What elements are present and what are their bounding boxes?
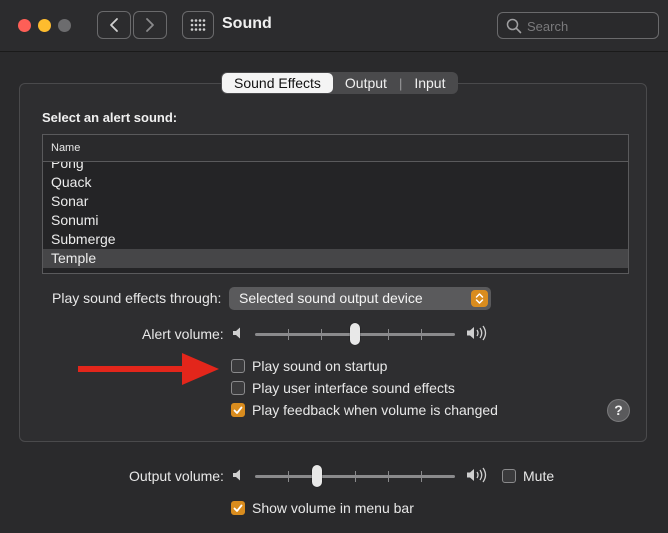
slider-tick	[388, 329, 389, 340]
zoom-window-button[interactable]	[58, 19, 71, 32]
alert-sound-heading: Select an alert sound:	[42, 110, 178, 125]
alert-volume-label: Alert volume:	[142, 326, 224, 342]
slider-tick	[421, 471, 422, 482]
forward-chevron-icon	[146, 18, 154, 32]
speaker-low-icon	[233, 469, 240, 481]
tab-input[interactable]: Input	[402, 73, 457, 93]
list-item[interactable]: Sonar	[43, 192, 628, 211]
speaker-high-icon	[467, 325, 487, 341]
checkbox-box[interactable]	[231, 359, 245, 373]
close-window-button[interactable]	[18, 19, 31, 32]
slider-tick	[355, 471, 356, 482]
checkbox-box[interactable]	[502, 469, 516, 483]
output-device-popup[interactable]: Selected sound output device	[229, 287, 491, 310]
slider-tick	[288, 471, 289, 482]
back-chevron-icon	[110, 18, 118, 32]
show-all-button[interactable]	[182, 11, 214, 39]
show-volume-menu-bar-label: Show volume in menu bar	[252, 500, 414, 516]
slider-tick	[321, 329, 322, 340]
back-button[interactable]	[97, 11, 131, 39]
alert-sound-list[interactable]: Name Pong Quack Sonar Sonumi Submerge Te…	[42, 134, 629, 274]
output-volume-label: Output volume:	[129, 468, 224, 484]
tab-bar: Sound Effects Output | Input	[221, 72, 459, 94]
slider-tick	[288, 329, 289, 340]
search-input[interactable]	[527, 17, 652, 35]
mute-checkbox[interactable]: Mute	[502, 468, 554, 484]
output-volume-slider[interactable]	[255, 465, 455, 487]
tab-output[interactable]: Output	[333, 73, 399, 93]
ui-sound-effects-label: Play user interface sound effects	[252, 380, 455, 396]
checkmark-icon	[233, 504, 243, 512]
volume-feedback-label: Play feedback when volume is changed	[252, 402, 498, 418]
show-volume-menu-bar-checkbox[interactable]: Show volume in menu bar	[231, 500, 414, 516]
list-item-selected[interactable]: Temple	[43, 249, 628, 268]
search-icon	[506, 18, 522, 34]
play-through-label: Play sound effects through:	[52, 290, 222, 306]
forward-button[interactable]	[133, 11, 167, 39]
up-down-arrows-icon	[471, 290, 488, 307]
checkbox-box[interactable]	[231, 501, 245, 515]
slider-tick	[388, 471, 389, 482]
title-bar: Sound	[0, 0, 668, 52]
alert-volume-slider[interactable]	[255, 323, 455, 345]
help-button[interactable]: ?	[607, 399, 630, 422]
slider-thumb[interactable]	[350, 323, 360, 345]
checkbox-box[interactable]	[231, 381, 245, 395]
grid-icon	[190, 19, 206, 31]
output-device-value: Selected sound output device	[239, 290, 423, 306]
slider-tick	[421, 329, 422, 340]
search-field[interactable]	[497, 12, 659, 39]
list-item[interactable]: Submerge	[43, 230, 628, 249]
name-column-header[interactable]: Name	[43, 135, 628, 162]
checkmark-icon	[233, 406, 243, 414]
speaker-high-icon	[467, 467, 487, 483]
window-title: Sound	[222, 15, 272, 32]
startup-sound-label: Play sound on startup	[252, 358, 388, 374]
checkbox-box[interactable]	[231, 403, 245, 417]
minimize-window-button[interactable]	[38, 19, 51, 32]
volume-feedback-checkbox[interactable]: Play feedback when volume is changed	[231, 402, 498, 418]
mute-label: Mute	[523, 468, 555, 484]
slider-thumb[interactable]	[312, 465, 322, 487]
tab-sound-effects[interactable]: Sound Effects	[222, 73, 333, 93]
speaker-low-icon	[233, 327, 240, 339]
list-item[interactable]: Pong	[43, 162, 628, 173]
red-arrow-icon	[78, 353, 219, 385]
ui-sound-effects-checkbox[interactable]: Play user interface sound effects	[231, 380, 455, 396]
list-item[interactable]: Sonumi	[43, 211, 628, 230]
list-item[interactable]: Quack	[43, 173, 628, 192]
startup-sound-checkbox[interactable]: Play sound on startup	[231, 358, 387, 374]
